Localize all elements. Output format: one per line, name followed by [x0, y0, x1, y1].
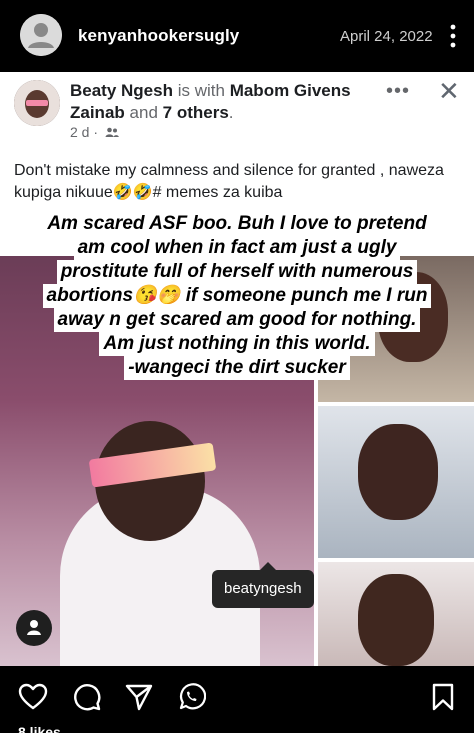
whatsapp-icon[interactable]	[176, 682, 206, 712]
likes-count[interactable]: 8 likes	[18, 724, 61, 733]
tagged-users-button[interactable]	[16, 610, 52, 646]
comment-icon[interactable]	[72, 682, 102, 712]
fb-post-meta: 2 d ·	[70, 124, 119, 140]
user-tag-bubble[interactable]: beatyngesh	[212, 562, 314, 608]
profile-avatar[interactable]	[20, 14, 62, 56]
post-image[interactable]: Beaty Ngesh is with Mabom Givens Zainab …	[0, 72, 474, 666]
fb-post-time: 2 d ·	[70, 124, 99, 140]
fb-more-icon: •••	[386, 80, 411, 102]
fb-author-name: Beaty Ngesh	[70, 81, 173, 100]
caption-line: Am scared ASF boo. Buh I love to pretend	[43, 212, 431, 236]
caption-line: prostitute full of herself with numerous	[56, 260, 418, 284]
overlay-caption: Am scared ASF boo. Buh I love to pretend…	[0, 212, 474, 380]
save-bookmark-icon[interactable]	[428, 682, 458, 712]
caption-line: am cool when in fact am just a ugly	[73, 236, 401, 260]
fb-post-body: Don't mistake my calmness and silence fo…	[14, 162, 444, 201]
fb-close-icon: ✕	[438, 76, 460, 106]
fb-with-text: is with	[177, 81, 225, 100]
caption-line: Am just nothing in this world.	[99, 332, 375, 356]
caption-line: abortions😘🤭 if someone punch me I run	[42, 284, 432, 308]
more-options-icon[interactable]	[446, 22, 460, 50]
share-send-icon[interactable]	[124, 682, 154, 712]
collage-photo-bottom-right	[318, 562, 474, 666]
like-heart-icon[interactable]	[18, 682, 48, 712]
fb-author-avatar	[14, 80, 60, 126]
default-avatar-icon	[20, 14, 62, 56]
post-header: kenyanhookersugly April 24, 2022	[0, 0, 474, 72]
friends-icon	[105, 127, 119, 137]
fb-others: 7 others	[162, 103, 229, 122]
caption-line: away n get scared am good for nothing.	[53, 308, 421, 332]
action-bar: 8 likes	[0, 666, 474, 733]
collage-photo-middle-right	[318, 406, 474, 558]
fb-author-line: Beaty Ngesh is with Mabom Givens Zainab …	[70, 81, 351, 122]
username-link[interactable]: kenyanhookersugly	[78, 26, 239, 46]
caption-line: -wangeci the dirt sucker	[124, 356, 350, 380]
fb-and-text: and	[129, 103, 158, 122]
user-icon	[27, 620, 41, 635]
post-date: April 24, 2022	[340, 28, 433, 45]
